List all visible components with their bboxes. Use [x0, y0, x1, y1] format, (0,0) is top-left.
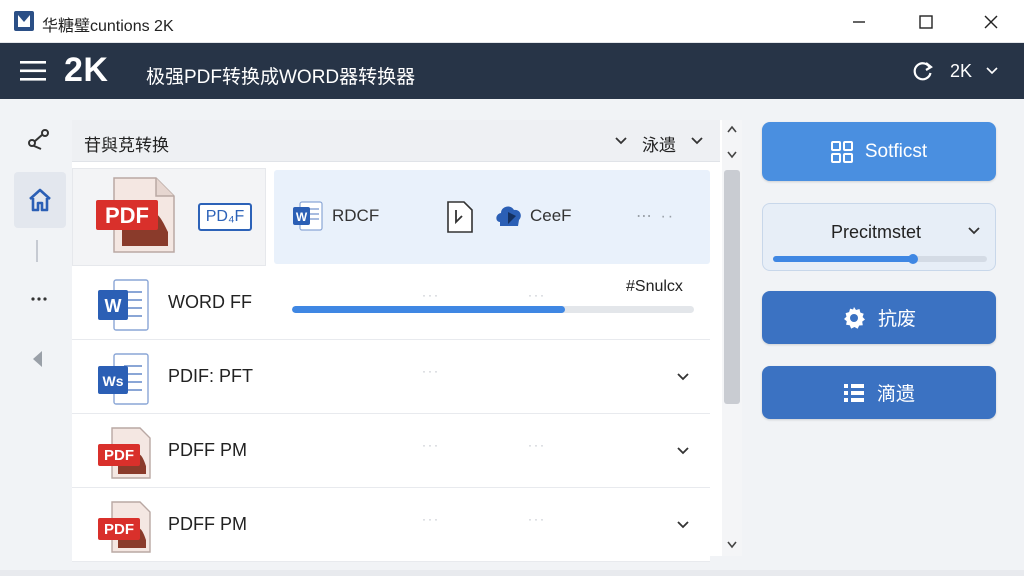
chevron-down-icon[interactable] — [676, 446, 690, 456]
grid-icon — [830, 140, 853, 163]
maximize-button[interactable] — [903, 0, 949, 43]
minimize-icon — [853, 20, 865, 23]
word-format-label: RDCF — [332, 206, 380, 225]
title-bar: 华糖璧cuntions 2K — [0, 0, 1024, 43]
primary-action-label: Sotficst — [864, 140, 928, 162]
share-icon — [28, 129, 49, 150]
gear-icon — [843, 306, 865, 329]
file-name: PDFF PM — [168, 440, 247, 460]
file-name: WORD FF — [168, 292, 252, 312]
dots-icon — [31, 297, 47, 301]
preset-slider[interactable] — [773, 254, 987, 264]
brand-logo: 2K — [64, 51, 109, 89]
app-header: 2K 极强PDF转换成WORD器转换器 2K — [0, 43, 1024, 99]
cloud-format-label: CeeF — [530, 206, 572, 225]
row-dots: ··· — [422, 288, 440, 302]
row-dots: ··· — [528, 438, 546, 452]
toolbar-title: 苷與莌转换 — [84, 136, 169, 155]
triangle-left-icon — [33, 351, 42, 367]
conversion-progress-fill — [292, 306, 566, 313]
close-icon — [984, 15, 998, 28]
window-title: 华糖璧cuntions 2K — [42, 18, 174, 35]
scroll-down-icon[interactable] — [726, 150, 738, 160]
pdf-icon: PDF — [96, 177, 175, 253]
chevron-down-icon[interactable] — [690, 136, 704, 146]
word-icon: Ws — [98, 353, 149, 405]
conversion-status: #Snulcx — [626, 278, 683, 295]
file-name: PDIF: PFT — [168, 366, 253, 386]
preset-slider-fill — [773, 254, 919, 264]
table-row[interactable]: W WORD FF ··· ··· #Snulcx — [72, 268, 710, 340]
menu-icon[interactable] — [20, 59, 46, 83]
app-logo-icon — [14, 11, 34, 31]
maximize-icon — [919, 14, 933, 29]
row-dots: ··· — [528, 512, 546, 526]
word-icon-text: Ws — [103, 373, 124, 389]
preset-slider-handle[interactable] — [908, 254, 919, 264]
more-nav-button[interactable] — [30, 292, 48, 306]
conversion-progress-bar — [292, 306, 694, 313]
row-dots: ··· — [422, 438, 440, 452]
word-icon: W — [293, 201, 323, 231]
filter-dropdown[interactable]: 泳遗 — [642, 131, 676, 156]
cloud-icon — [496, 206, 521, 226]
word-icon: W — [98, 279, 149, 331]
primary-action-button[interactable]: Sotficst — [762, 122, 996, 181]
chevron-down-icon[interactable] — [967, 226, 981, 236]
preset-selector[interactable]: Precitmstet — [762, 203, 996, 271]
scroll-down-icon[interactable] — [726, 540, 738, 550]
pdf-icon: PDF — [98, 427, 151, 479]
collapse-rail-button[interactable] — [30, 348, 44, 370]
row-dots: ··· — [422, 512, 440, 526]
table-row[interactable]: Ws PDIF: PFT ··· — [72, 342, 710, 414]
chevron-down-icon[interactable] — [676, 520, 690, 530]
chevron-down-icon[interactable] — [614, 136, 628, 146]
featured-more[interactable]: ⋯ ·· — [636, 206, 675, 226]
minimize-button[interactable] — [836, 0, 882, 43]
chevron-down-icon[interactable] — [676, 372, 690, 382]
home-icon — [29, 188, 51, 212]
account-label[interactable]: 2K — [950, 61, 972, 82]
file-toolbar: 苷與莌转换 泳遗 — [72, 120, 720, 162]
chevron-down-icon[interactable] — [986, 67, 998, 75]
table-row[interactable]: PDF PDFF PM ··· ··· — [72, 490, 710, 562]
pdf-icon-text: PDF — [104, 447, 134, 464]
word-icon-text: W — [105, 296, 122, 316]
list-button[interactable]: 滴遗 — [762, 366, 996, 419]
file-name: PDFF PM — [168, 514, 247, 534]
list-label: 滴遗 — [876, 384, 915, 405]
pdf-icon-text: PDF — [105, 203, 149, 228]
pdf-format-tag[interactable]: PD₄F — [198, 203, 252, 231]
sync-icon[interactable] — [912, 60, 934, 82]
row-dots: ··· — [422, 364, 440, 378]
home-nav-button[interactable] — [14, 172, 66, 228]
bottom-border — [0, 570, 1024, 576]
rail-divider — [36, 240, 38, 262]
pdf-icon: PDF — [98, 501, 151, 553]
preset-label: Precitmstet — [831, 222, 922, 242]
share-nav-button[interactable] — [26, 126, 52, 152]
scroll-up-icon[interactable] — [726, 124, 738, 134]
row-dots: ··· — [528, 288, 546, 302]
word-icon-text: W — [296, 210, 308, 224]
table-row[interactable]: PDF PDFF PM ··· ··· — [72, 416, 710, 488]
settings-button[interactable]: 抗废 — [762, 291, 996, 344]
settings-label: 抗废 — [877, 309, 916, 330]
close-button[interactable] — [968, 0, 1014, 43]
list-icon — [843, 383, 864, 402]
document-icon — [447, 201, 473, 233]
pdf-icon-text: PDF — [104, 521, 134, 538]
page-title: 极强PDF转换成WORD器转换器 — [146, 67, 416, 88]
scrollbar-thumb[interactable] — [724, 170, 740, 404]
